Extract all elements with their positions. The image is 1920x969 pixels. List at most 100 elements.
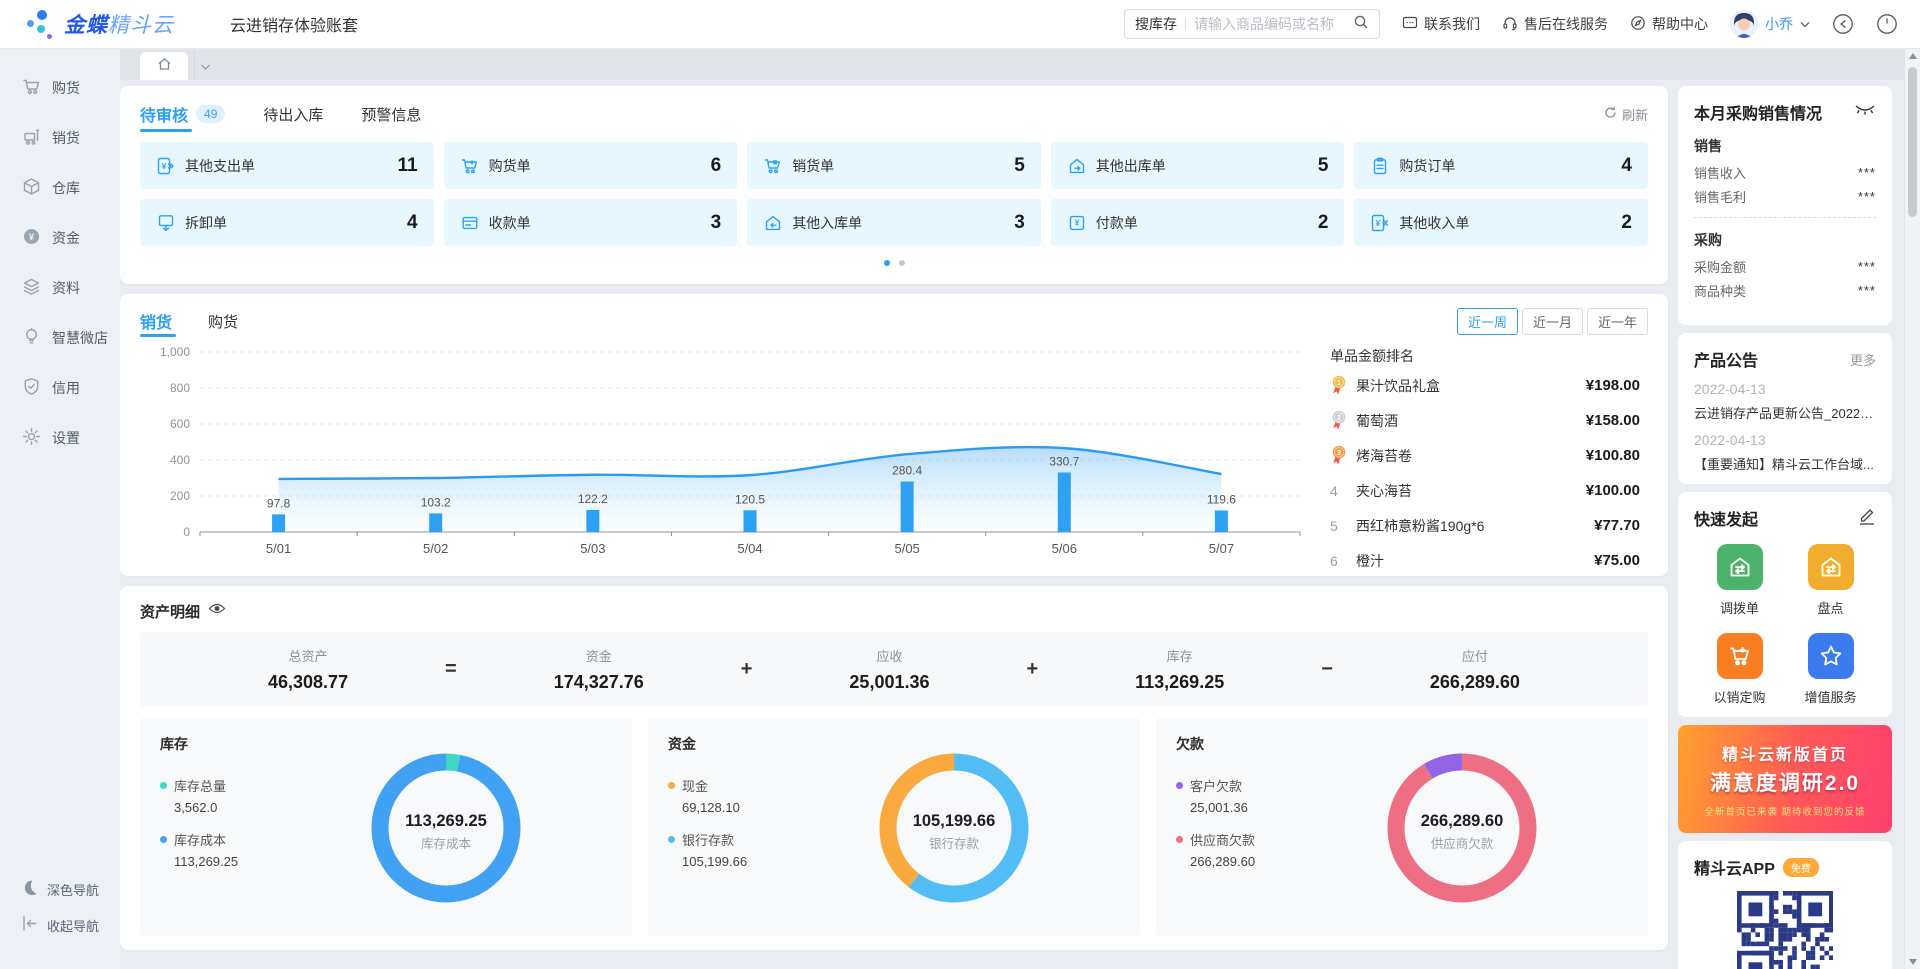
scroll-down-arrow[interactable] — [1905, 955, 1920, 969]
svg-text:119.6: 119.6 — [1207, 492, 1236, 506]
ranking-item[interactable]: 5西红柿意粉酱190g*6¥77.70 — [1330, 510, 1640, 541]
announcement-link[interactable]: 【重要通知】精斗云工作台域... — [1694, 454, 1876, 473]
survey-banner[interactable]: 精斗云新版首页 满意度调研2.0 全新首页已来袭 期待收到您的反馈 — [1678, 725, 1892, 833]
trade-panel: 销货购货 近一周近一月近一年 02004006008001,00097.85/0… — [120, 294, 1668, 576]
svg-text:330.7: 330.7 — [1049, 454, 1079, 468]
quick-launch-以销定购[interactable]: 以销定购 — [1694, 633, 1785, 706]
home-tab[interactable] — [140, 52, 188, 80]
pending-tab-待审核[interactable]: 待审核49 — [140, 98, 225, 130]
cart-dot-icon — [763, 156, 783, 176]
store-icon — [22, 327, 41, 349]
announcements-more-link[interactable]: 更多 — [1850, 350, 1876, 369]
assets-panel: 资产明细 总资产46,308.77=资金174,327.76+应收25,001.… — [120, 586, 1668, 950]
inventory-searchbox[interactable]: 搜库存 — [1124, 9, 1380, 39]
house-arrow-in-icon — [763, 213, 783, 233]
search-icon[interactable] — [1353, 14, 1369, 35]
sidebar-item-智慧微店[interactable]: 智慧微店 — [0, 313, 120, 363]
caret-down-icon — [201, 57, 210, 75]
sidebar-item-销货[interactable]: 销货 — [0, 113, 120, 163]
pending-card-销货单[interactable]: 销货单5 — [747, 142, 1041, 189]
range-button-近一周[interactable]: 近一周 — [1457, 308, 1518, 335]
medal-icon: 3 — [1330, 445, 1356, 466]
eye-icon[interactable] — [208, 602, 226, 620]
avatar[interactable] — [1730, 10, 1758, 38]
range-button-近一月[interactable]: 近一月 — [1522, 308, 1583, 335]
pending-card-付款单[interactable]: ¥付款单2 — [1051, 199, 1345, 246]
quick-launch-增值服务[interactable]: 增值服务 — [1785, 633, 1876, 706]
product-amount: ¥158.00 — [1586, 412, 1640, 429]
pending-card-购货单[interactable]: 购货单6 — [444, 142, 738, 189]
pending-card-其他出库单[interactable]: 其他出库单5 — [1051, 142, 1345, 189]
summary-row-销售收入: 销售收入*** — [1694, 160, 1876, 184]
pending-card-拆卸单[interactable]: 拆卸单4 — [140, 199, 434, 246]
pending-card-收款单[interactable]: 收款单3 — [444, 199, 738, 246]
masked-value: *** — [1858, 259, 1876, 274]
ranking-item[interactable]: 4夹心海苔¥100.00 — [1330, 475, 1640, 506]
range-button-近一年[interactable]: 近一年 — [1587, 308, 1648, 335]
svg-text:5/03: 5/03 — [580, 541, 605, 556]
trade-tab-购货[interactable]: 购货 — [208, 306, 238, 336]
quick-launch-调拨单[interactable]: 调拨单 — [1694, 544, 1785, 617]
sidebar-item-资金[interactable]: ¥资金 — [0, 213, 120, 263]
user-menu[interactable]: 小乔 — [1730, 10, 1810, 38]
sidebar-item-资料[interactable]: 资料 — [0, 263, 120, 313]
sidebar-toggle-深色导航[interactable]: 深色导航 — [0, 871, 120, 907]
back-button[interactable] — [1832, 13, 1854, 35]
ranking-title: 单品金额排名 — [1330, 346, 1640, 366]
sidebar-item-购货[interactable]: 购货 — [0, 63, 120, 113]
help-center-label: 帮助中心 — [1652, 14, 1708, 34]
logout-button[interactable] — [1876, 13, 1898, 35]
formula-operator: + — [1026, 658, 1038, 681]
masked-value: *** — [1858, 283, 1876, 298]
kingdee-logo: 金蝶精斗云 — [26, 8, 174, 40]
quick-launch-盘点[interactable]: 盘点 — [1785, 544, 1876, 617]
svg-text:103.2: 103.2 — [421, 495, 451, 509]
assets-title: 资产明细 — [140, 601, 200, 622]
product-amount: ¥198.00 — [1586, 377, 1640, 394]
app-card-title: 精斗云APP — [1694, 855, 1775, 879]
tab-list-dropdown[interactable] — [194, 52, 216, 80]
pending-card-其他支出单[interactable]: ¥其他支出单11 — [140, 142, 434, 189]
ranking-item[interactable]: 3烤海苔卷¥100.80 — [1330, 440, 1640, 471]
scroll-up-arrow[interactable] — [1905, 49, 1920, 63]
sidebar-item-信用[interactable]: 信用 — [0, 363, 120, 413]
edit-icon[interactable] — [1858, 506, 1876, 530]
pending-card-其他入库单[interactable]: 其他入库单3 — [747, 199, 1041, 246]
ranking-item[interactable]: 2葡萄酒¥158.00 — [1330, 405, 1640, 436]
scrollbar-thumb[interactable] — [1908, 67, 1917, 217]
search-input[interactable] — [1194, 16, 1353, 32]
svg-text:800: 800 — [170, 381, 190, 395]
pending-cards-grid: ¥其他支出单11购货单6销货单5其他出库单5购货订单4 拆卸单4收款单3其他入库单… — [140, 142, 1648, 246]
sidebar-toggle-收起导航[interactable]: 收起导航 — [0, 907, 120, 943]
trade-tab-销货[interactable]: 销货 — [140, 306, 172, 336]
svg-text:400: 400 — [170, 453, 190, 467]
help-center-link[interactable]: 帮助中心 — [1630, 14, 1708, 34]
summary-row-销售毛利: 销售毛利*** — [1694, 184, 1876, 208]
eye-closed-icon[interactable] — [1854, 103, 1876, 122]
logo-text-light: 精斗云 — [108, 14, 174, 37]
pending-tab-待出入库[interactable]: 待出入库 — [263, 98, 323, 130]
asset-metric-资金: 资金174,327.76 — [554, 646, 644, 693]
month-summary-title: 本月采购销售情况 — [1694, 100, 1822, 124]
layers-icon — [22, 277, 41, 299]
donut-chart-资金: 105,199.66 银行存款 — [866, 740, 1042, 921]
pager-dot-2[interactable] — [899, 260, 905, 266]
pager-dot-1[interactable] — [884, 260, 890, 266]
pending-tab-预警信息[interactable]: 预警信息 — [361, 98, 421, 130]
ranking-item[interactable]: 6橙汁¥75.00 — [1330, 545, 1640, 576]
refresh-button[interactable]: 刷新 — [1604, 105, 1648, 124]
pending-card-购货订单[interactable]: 购货订单4 — [1354, 142, 1648, 189]
product-name: 葡萄酒 — [1356, 411, 1586, 431]
pending-card-其他收入单[interactable]: ¥其他收入单2 — [1354, 199, 1648, 246]
username: 小乔 — [1765, 14, 1793, 34]
rank-number: 6 — [1330, 553, 1356, 569]
ranking-item[interactable]: 1果汁饮品礼盒¥198.00 — [1330, 370, 1640, 401]
after-sales-service-link[interactable]: 售后在线服务 — [1502, 14, 1608, 34]
sidebar: 购货销货仓库¥资金资料智慧微店信用设置 深色导航收起导航 — [0, 49, 120, 969]
sidebar-item-仓库[interactable]: 仓库 — [0, 163, 120, 213]
contact-us-link[interactable]: 联系我们 — [1402, 14, 1480, 34]
truck-icon — [22, 127, 41, 149]
cart-white-icon — [1717, 633, 1763, 679]
sidebar-item-设置[interactable]: 设置 — [0, 413, 120, 463]
announcement-link[interactable]: 云进销存产品更新公告_20220... — [1694, 403, 1876, 422]
